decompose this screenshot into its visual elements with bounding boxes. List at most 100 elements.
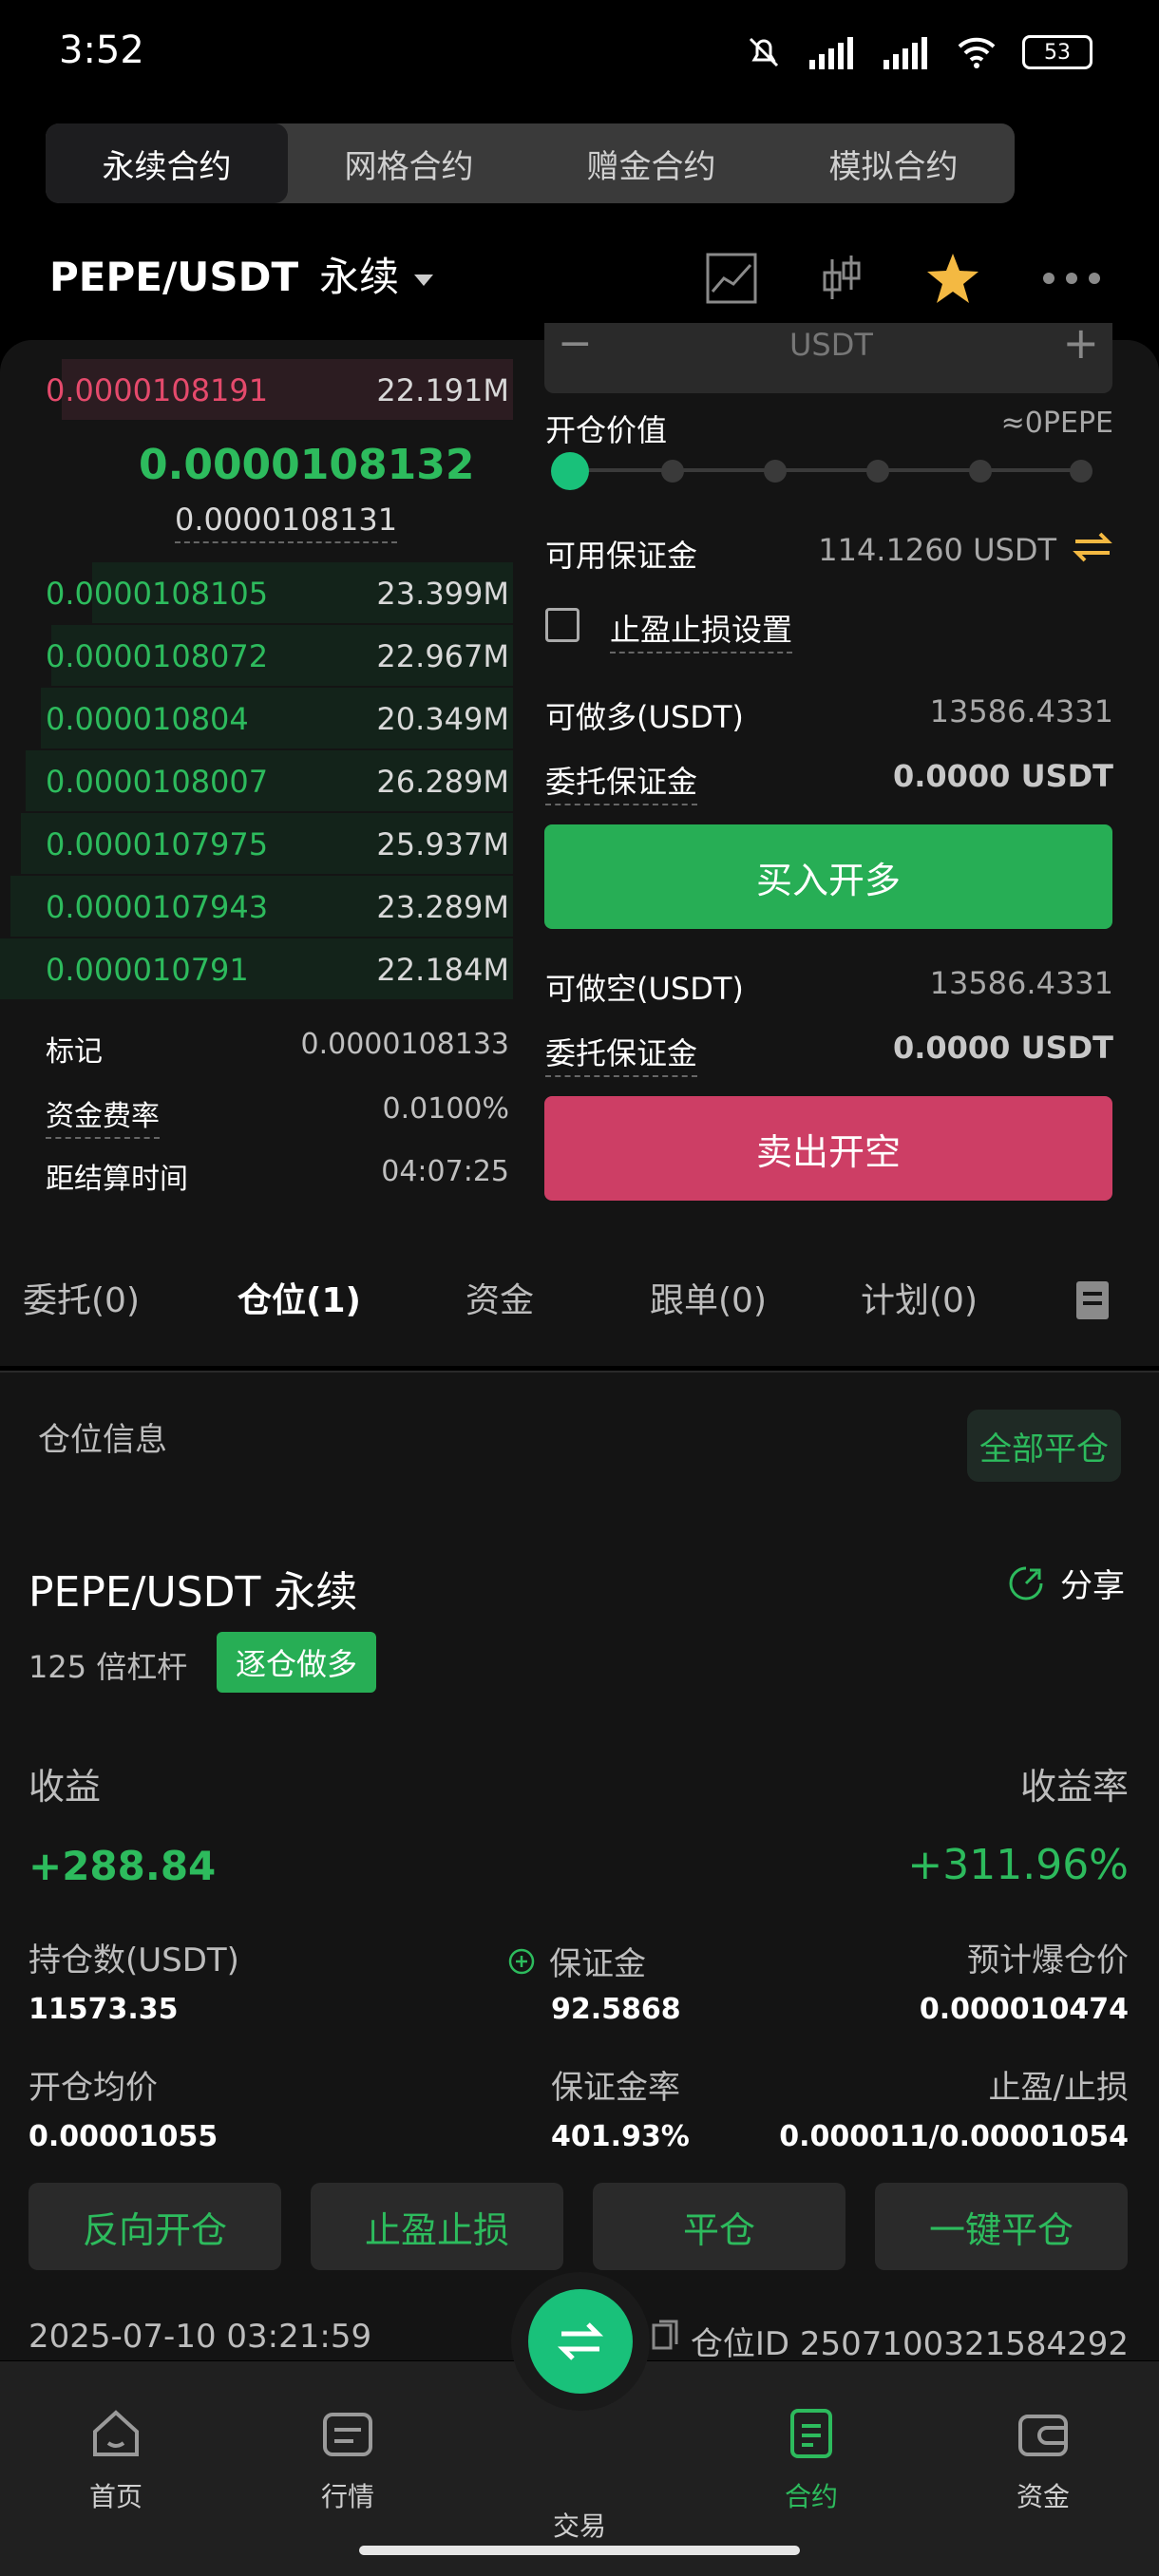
margin-label: 保证金	[549, 1945, 646, 1983]
tab-orders[interactable]: 委托(0)	[23, 1273, 140, 1322]
buy-long-button[interactable]: 买入开多	[544, 824, 1112, 929]
wallet-icon	[1018, 2415, 1068, 2456]
short-margin-value: 0.0000 USDT	[892, 1030, 1113, 1066]
settle-label: 距结算时间	[46, 1163, 188, 1196]
amount-input[interactable]: − USDT +	[544, 317, 1112, 393]
bell-muted-icon	[749, 37, 779, 67]
market-icon	[323, 2413, 372, 2456]
mark-price-sub[interactable]: 0.0000108131	[175, 502, 398, 543]
star-icon[interactable]	[925, 252, 980, 305]
add-margin-icon[interactable]	[507, 1947, 536, 1976]
settle-value: 04:07:25	[381, 1155, 509, 1188]
liq-value: 0.000010474	[919, 1993, 1129, 2026]
close-all-button[interactable]: 全部平仓	[967, 1410, 1121, 1482]
leverage-slider[interactable]	[551, 452, 1092, 490]
contract-type: 永续	[319, 254, 400, 300]
share-button[interactable]: 分享	[1007, 1560, 1125, 1606]
bid-row[interactable]: 0.000010804 20.349M	[0, 688, 513, 748]
pair-selector[interactable]: PEPE/USDT 永续	[49, 245, 434, 303]
tab-perpetual[interactable]: 永续合约	[46, 123, 288, 203]
chart-icon[interactable]	[705, 252, 758, 305]
reverse-button[interactable]: 反向开仓	[28, 2183, 281, 2270]
signal-icon-2	[884, 37, 927, 69]
last-price: 0.0000108132	[139, 441, 475, 489]
funding-value: 0.0100%	[382, 1092, 509, 1126]
margin-value: 92.5868	[551, 1993, 681, 2026]
candlestick-icon[interactable]	[819, 252, 864, 305]
tab-assets[interactable]: 资金	[466, 1273, 534, 1322]
short-max-label: 可做空(USDT)	[545, 971, 744, 1007]
close-all-quick-button[interactable]: 一键平仓	[875, 2183, 1128, 2270]
nav-assets-label: 资金	[1016, 2481, 1070, 2512]
bid-qty: 25.937M	[376, 826, 509, 862]
contract-icon	[790, 2409, 832, 2458]
short-max-value: 13586.4331	[929, 965, 1113, 1001]
share-icon	[1009, 1566, 1043, 1600]
tpsl-label[interactable]: 止盈止损设置	[610, 612, 793, 653]
trade-button[interactable]	[528, 2289, 633, 2394]
tab-bonus[interactable]: 赠金合约	[530, 123, 772, 203]
slider-dot	[764, 460, 787, 483]
contract-type-tabs: 永续合约 网格合约 赠金合约 模拟合约	[46, 123, 1015, 203]
plus-icon[interactable]: +	[1062, 317, 1099, 369]
nav-trade-label: 交易	[552, 2510, 606, 2542]
status-time: 3:52	[59, 28, 144, 72]
tab-copy[interactable]: 跟单(0)	[650, 1273, 767, 1322]
open-value: ≈0PEPE	[1000, 407, 1113, 440]
slider-track	[570, 468, 1083, 472]
available-label: 可用保证金	[545, 538, 698, 574]
home-indicator	[359, 2546, 800, 2555]
slider-dot	[969, 460, 992, 483]
entry-value: 0.00001055	[28, 2120, 218, 2153]
copy-icon[interactable]	[652, 2318, 678, 2352]
slider-handle[interactable]	[551, 452, 589, 490]
nav-home-label: 首页	[88, 2481, 142, 2512]
bid-row[interactable]: 0.0000108007 26.289M	[0, 750, 513, 811]
nav-home[interactable]: 首页	[40, 2405, 192, 2514]
open-value-label: 开仓价值	[545, 412, 668, 448]
minus-icon[interactable]: −	[558, 319, 593, 368]
pnl-value: +288.84	[28, 1843, 217, 1889]
margin-ratio-value: 401.93%	[551, 2120, 690, 2153]
tab-positions[interactable]: 仓位(1)	[238, 1273, 361, 1322]
long-margin-label[interactable]: 委托保证金	[545, 764, 698, 805]
transfer-icon[interactable]	[1072, 528, 1113, 566]
status-icons: 53	[745, 28, 1092, 76]
mark-value: 0.0000108133	[300, 1028, 510, 1061]
bid-price: 0.0000108072	[46, 638, 269, 674]
battery-icon: 53	[1022, 35, 1092, 69]
tab-grid[interactable]: 网格合约	[288, 123, 530, 203]
ask-row[interactable]: 0.0000108191 22.191M	[0, 359, 513, 420]
entry-label: 开仓均价	[28, 2069, 158, 2107]
tpsl-checkbox[interactable]	[545, 608, 580, 642]
size-value: 11573.35	[28, 1993, 179, 2026]
bid-qty: 20.349M	[376, 701, 509, 737]
section-title: 仓位信息	[38, 1421, 167, 1459]
document-icon[interactable]	[1075, 1280, 1110, 1320]
bid-price: 0.0000107975	[46, 826, 269, 862]
nav-contract[interactable]: 合约	[735, 2405, 887, 2514]
record-tabs: 委托(0) 仓位(1) 资金 跟单(0) 计划(0)	[0, 1273, 1159, 1368]
tab-demo[interactable]: 模拟合约	[772, 123, 1015, 203]
tab-plan[interactable]: 计划(0)	[861, 1273, 978, 1322]
close-button[interactable]: 平仓	[593, 2183, 846, 2270]
bid-row[interactable]: 0.0000107975 25.937M	[0, 813, 513, 874]
position-pair-title: PEPE/USDT 永续	[28, 1568, 358, 1617]
nav-trade[interactable]: 交易	[504, 2447, 656, 2544]
funding-label[interactable]: 资金费率	[46, 1100, 160, 1139]
sell-short-button[interactable]: 卖出开空	[544, 1096, 1112, 1201]
bid-row[interactable]: 0.000010791 22.184M	[0, 938, 513, 999]
bid-row[interactable]: 0.0000107943 23.289M	[0, 876, 513, 937]
short-margin-label[interactable]: 委托保证金	[545, 1035, 698, 1077]
nav-market[interactable]: 行情	[272, 2405, 424, 2514]
roe-label: 收益率	[1019, 1766, 1129, 1808]
nav-assets[interactable]: 资金	[967, 2405, 1119, 2514]
more-icon[interactable]	[1041, 271, 1102, 286]
tpsl-pos-label: 止盈/止损	[988, 2069, 1129, 2107]
bid-row[interactable]: 0.0000108105 23.399M	[0, 562, 513, 623]
tpsl-button[interactable]: 止盈止损	[311, 2183, 563, 2270]
bid-qty: 26.289M	[376, 764, 509, 800]
header-actions	[705, 245, 1102, 312]
bid-price: 0.0000108007	[46, 764, 269, 800]
bid-row[interactable]: 0.0000108072 22.967M	[0, 625, 513, 686]
